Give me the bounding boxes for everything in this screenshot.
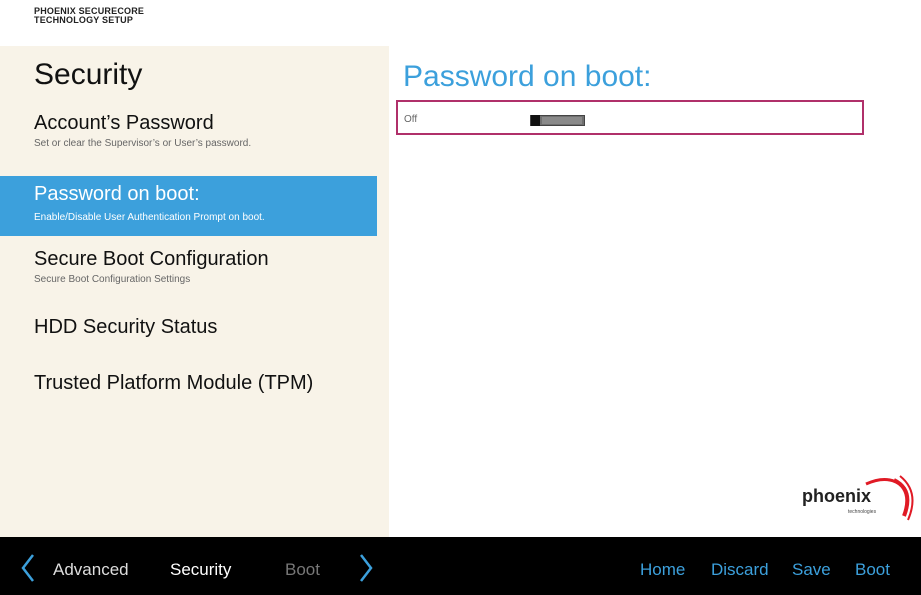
sidebar-item-label: HDD Security Status bbox=[34, 316, 218, 338]
setup-brand: PHOENIX SECURECORE TECHNOLOGY SETUP bbox=[34, 7, 144, 25]
sidebar-item-label: Account’s Password bbox=[34, 112, 214, 134]
toggle-track bbox=[542, 117, 582, 124]
section-title: Security bbox=[34, 58, 143, 91]
sidebar-item-trusted-platform-module[interactable]: Trusted Platform Module (TPM) bbox=[0, 364, 377, 404]
page-title: Password on boot: bbox=[403, 60, 652, 93]
chevron-left-icon[interactable] bbox=[20, 553, 36, 583]
password-on-boot-setting[interactable]: Off bbox=[396, 100, 864, 135]
sidebar-item-desc: Set or clear the Supervisor’s or User’s … bbox=[34, 138, 252, 149]
brand-line-2: TECHNOLOGY SETUP bbox=[34, 15, 134, 25]
save-button[interactable]: Save bbox=[792, 560, 831, 580]
sidebar: Security Account’s Password Set or clear… bbox=[0, 46, 389, 537]
home-button[interactable]: Home bbox=[640, 560, 685, 580]
sidebar-item-password-on-boot[interactable]: Password on boot: Enable/Disable User Au… bbox=[0, 176, 377, 236]
phoenix-logo: phoenix technologies bbox=[802, 472, 914, 522]
password-on-boot-toggle[interactable] bbox=[530, 115, 585, 126]
sidebar-item-label: Secure Boot Configuration bbox=[34, 248, 269, 270]
discard-button[interactable]: Discard bbox=[711, 560, 769, 580]
bottom-nav-bar: Advanced Security Boot Home Discard Save… bbox=[0, 537, 921, 595]
boot-button[interactable]: Boot bbox=[855, 560, 890, 580]
logo-swoosh-icon bbox=[865, 475, 914, 521]
toggle-knob bbox=[531, 115, 540, 126]
sidebar-item-accounts-password[interactable]: Account’s Password Set or clear the Supe… bbox=[0, 106, 377, 156]
sidebar-item-desc: Enable/Disable User Authentication Promp… bbox=[34, 212, 265, 223]
sidebar-item-desc: Secure Boot Configuration Settings bbox=[34, 274, 191, 285]
sidebar-item-secure-boot-configuration[interactable]: Secure Boot Configuration Secure Boot Co… bbox=[0, 240, 377, 292]
sidebar-item-label: Password on boot: bbox=[34, 183, 200, 205]
sidebar-item-hdd-security-status[interactable]: HDD Security Status bbox=[0, 308, 377, 348]
tab-advanced[interactable]: Advanced bbox=[53, 560, 129, 580]
tab-boot[interactable]: Boot bbox=[285, 560, 320, 580]
chevron-right-icon[interactable] bbox=[358, 553, 374, 583]
setting-value-label: Off bbox=[404, 114, 418, 125]
tab-security[interactable]: Security bbox=[170, 560, 231, 580]
sidebar-item-label: Trusted Platform Module (TPM) bbox=[34, 372, 314, 394]
